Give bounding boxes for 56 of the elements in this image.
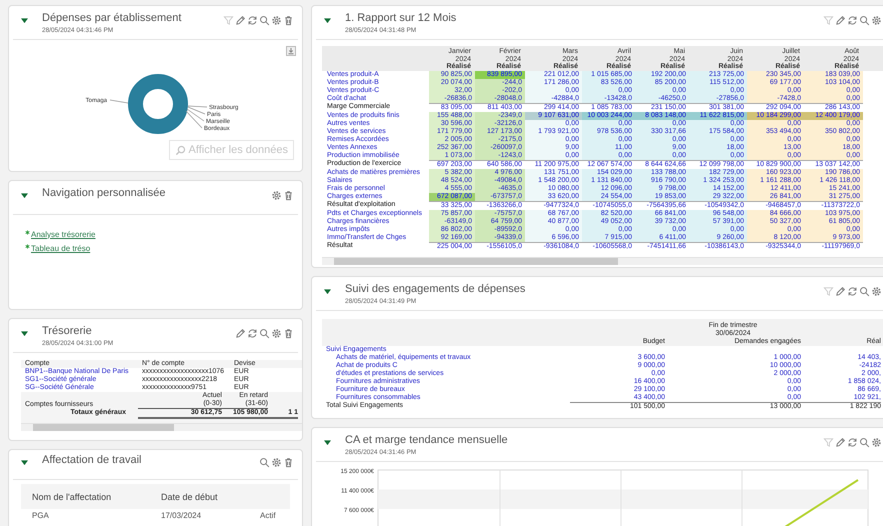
link[interactable]: Tableau de tréso xyxy=(31,244,90,252)
asterisk-icon xyxy=(25,244,30,248)
pencil-icon[interactable] xyxy=(235,328,246,339)
search-icon[interactable] xyxy=(259,328,270,339)
pencil-icon[interactable] xyxy=(835,286,846,297)
asterisk-icon xyxy=(25,230,30,234)
search-icon[interactable] xyxy=(259,457,270,468)
column-header: Nom de l'affectation xyxy=(31,492,112,502)
refresh-icon[interactable] xyxy=(247,15,258,26)
pencil-icon[interactable] xyxy=(235,15,246,26)
widget-title: Trésorerie xyxy=(42,325,93,338)
horizontal-scrollbar[interactable] xyxy=(21,423,302,431)
table-cell: Actif xyxy=(260,511,276,520)
widget-title: Dépenses par établissement xyxy=(42,12,182,25)
refresh-icon[interactable] xyxy=(247,328,258,339)
link[interactable]: Analyse trésorerie xyxy=(31,230,96,238)
donut-chart xyxy=(128,74,188,134)
collapse-triangle-icon[interactable] xyxy=(21,17,28,24)
settings-icon[interactable] xyxy=(271,15,282,26)
trash-icon[interactable] xyxy=(283,457,294,468)
widget-title: Affectation de travail xyxy=(42,454,142,467)
search-icon xyxy=(174,144,186,156)
search-icon[interactable] xyxy=(259,15,270,26)
widget-title: Navigation personnalisée xyxy=(42,187,166,200)
leader-line xyxy=(110,100,128,104)
settings-icon[interactable] xyxy=(271,328,282,339)
download-icon[interactable] xyxy=(286,46,296,56)
refresh-icon[interactable] xyxy=(847,286,858,297)
column-header: Date de début xyxy=(161,492,219,502)
search-icon[interactable] xyxy=(859,15,870,26)
widget-title: 1. Rapport sur 12 Mois xyxy=(345,12,456,25)
collapse-triangle-icon[interactable] xyxy=(324,17,331,24)
settings-icon[interactable] xyxy=(871,15,882,26)
settings-icon[interactable] xyxy=(271,457,282,468)
search-icon[interactable] xyxy=(859,286,870,297)
settings-icon[interactable] xyxy=(271,190,282,201)
search-icon[interactable] xyxy=(859,437,870,448)
pencil-icon[interactable] xyxy=(835,437,846,448)
collapse-triangle-icon[interactable] xyxy=(21,192,28,199)
trash-icon[interactable] xyxy=(283,190,294,201)
horizontal-scrollbar[interactable] xyxy=(322,256,883,264)
settings-icon[interactable] xyxy=(871,437,882,448)
settings-icon[interactable] xyxy=(871,286,882,297)
widget-title: CA et marge tendance mensuelle xyxy=(345,434,508,447)
table-cell-text: 17/03/2024 xyxy=(161,511,202,520)
pencil-icon[interactable] xyxy=(835,15,846,26)
widget-title: Suivi des engagements de dépenses xyxy=(345,283,526,296)
collapse-triangle-icon[interactable] xyxy=(21,459,28,466)
trash-icon[interactable] xyxy=(283,328,294,339)
refresh-icon[interactable] xyxy=(847,15,858,26)
table-cell-text: PGA xyxy=(31,511,50,520)
collapse-triangle-icon[interactable] xyxy=(324,439,331,446)
collapse-triangle-icon[interactable] xyxy=(21,330,28,337)
trash-icon[interactable] xyxy=(283,15,294,26)
collapse-triangle-icon[interactable] xyxy=(324,288,331,295)
refresh-icon[interactable] xyxy=(847,437,858,448)
